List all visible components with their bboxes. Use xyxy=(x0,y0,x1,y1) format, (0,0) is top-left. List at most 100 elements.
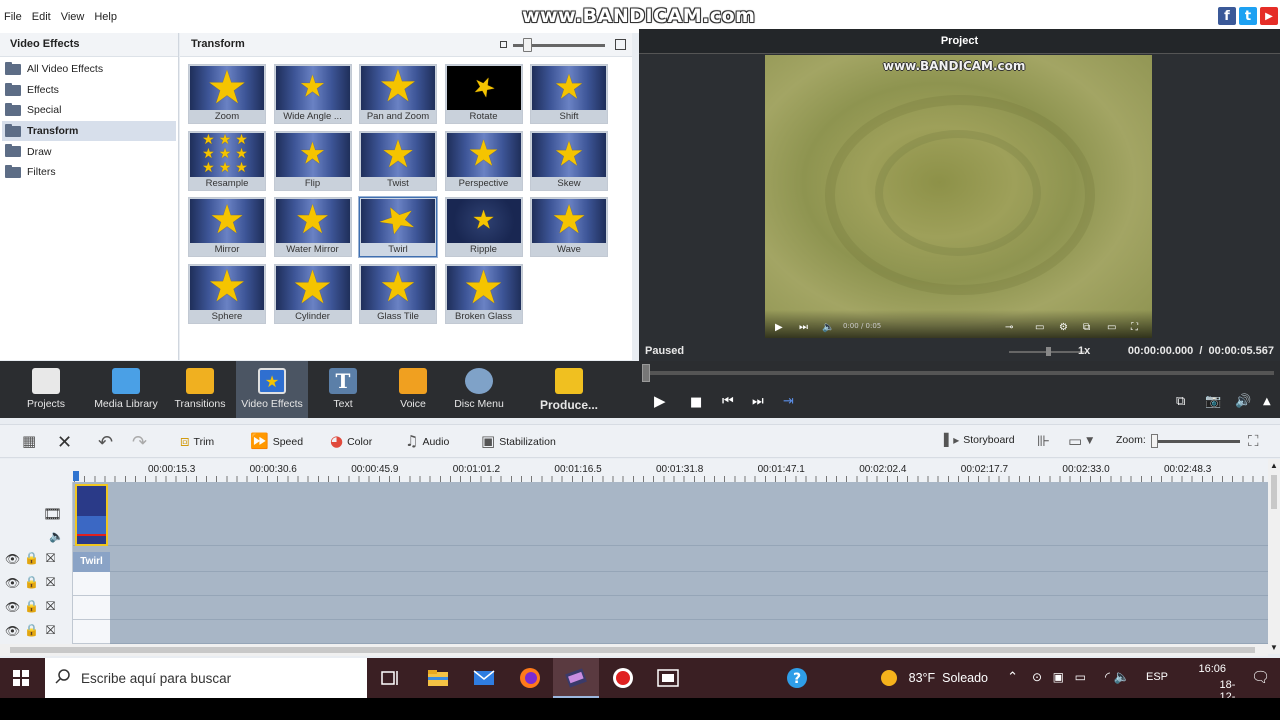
media-app-icon[interactable] xyxy=(656,666,680,690)
speaker-icon[interactable]: 🔈 xyxy=(1114,669,1130,685)
category-special[interactable]: Special xyxy=(2,100,176,121)
firefox-icon[interactable] xyxy=(518,666,542,690)
meet-icon[interactable]: ⊙ xyxy=(1032,670,1042,684)
bandicam-record-icon[interactable] xyxy=(611,666,635,690)
voice-button[interactable]: Voice xyxy=(380,361,446,418)
effect-tile-twirl[interactable]: ★ Twirl xyxy=(358,196,438,259)
zoom-slider-track[interactable] xyxy=(1154,440,1240,443)
menu-help[interactable]: Help xyxy=(94,11,117,23)
transitions-button[interactable]: Transitions xyxy=(165,361,235,418)
effect-tile-shift[interactable]: ★ Shift xyxy=(530,64,608,124)
effect-tile-wide-angle[interactable]: ★ Wide Angle ... xyxy=(273,64,352,124)
overlay-lane-3[interactable] xyxy=(73,620,1268,644)
wifi-icon[interactable]: ◜ xyxy=(1105,669,1110,685)
fit-timeline-button[interactable]: ⛶ xyxy=(1248,434,1259,449)
category-all-video-effects[interactable]: All Video Effects xyxy=(2,59,176,80)
lock-icon[interactable]: 🔒 xyxy=(24,552,39,564)
effect-tile-perspective[interactable]: ★ Perspective xyxy=(444,130,523,191)
media-library-button[interactable]: Media Library xyxy=(88,361,164,418)
playhead[interactable] xyxy=(73,471,79,481)
visibility-icon[interactable]: 👁 xyxy=(5,625,20,637)
facebook-icon[interactable]: f xyxy=(1218,7,1236,25)
effects-lane[interactable] xyxy=(73,546,1268,572)
video-preview[interactable]: www.BANDICAM.com ▶ ⏭ 🔈 0:00 / 0:05 ⊸ ▭ ⚙… xyxy=(765,55,1152,338)
previous-frame-button[interactable]: ⏮ xyxy=(722,395,734,408)
display-options-button[interactable]: ▭ ▼ xyxy=(1068,434,1093,449)
speed-button[interactable]: ⏩ Speed xyxy=(250,434,303,449)
color-button[interactable]: ◕ Color xyxy=(330,434,372,449)
video-lane[interactable] xyxy=(73,482,1268,546)
slider-thumb[interactable] xyxy=(523,38,532,52)
audio-button[interactable]: ♫ Audio xyxy=(405,434,449,449)
detach-preview-button[interactable]: ⧉ xyxy=(1176,395,1185,408)
expand-up-icon[interactable]: ▲ xyxy=(1263,397,1271,407)
display-icon[interactable]: ▣ xyxy=(1053,670,1064,684)
effect-tile-sphere[interactable]: ★ Sphere xyxy=(188,264,266,325)
effect-tile-resample[interactable]: ★★★ ★★★ ★★★ Resample xyxy=(188,130,266,191)
effect-tile-twist[interactable]: ★ Twist xyxy=(359,130,437,191)
weather-text[interactable]: 83°F Soleado xyxy=(909,671,988,685)
lock-icon[interactable]: 🔒 xyxy=(24,600,39,612)
twitter-icon[interactable]: t xyxy=(1239,7,1257,25)
effect-tile-zoom[interactable]: ★ Zoom xyxy=(188,64,266,124)
lock-icon[interactable]: 🔒 xyxy=(24,624,39,636)
effect-tile-glass-tile[interactable]: ★ Glass Tile xyxy=(359,264,437,325)
seek-thumb[interactable] xyxy=(642,364,650,382)
effect-tile-skew[interactable]: ★ Skew xyxy=(530,130,608,191)
video-effects-button[interactable]: ★ Video Effects xyxy=(236,361,308,418)
clock-time[interactable]: 16:06 xyxy=(1198,663,1226,675)
effect-tile-rotate[interactable]: ★ Rotate xyxy=(444,64,523,124)
video-editor-task[interactable] xyxy=(553,658,599,698)
snapshot-button[interactable]: 📷 xyxy=(1205,395,1221,408)
vertical-scroll-thumb[interactable] xyxy=(1271,475,1277,509)
scroll-down-icon[interactable]: ▼ xyxy=(1270,643,1278,652)
disc-menu-button[interactable]: Disc Menu xyxy=(446,361,512,418)
zoom-slider-thumb[interactable] xyxy=(1151,434,1158,448)
visibility-icon[interactable]: 👁 xyxy=(5,577,20,589)
category-draw[interactable]: Draw xyxy=(2,141,176,162)
category-effects[interactable]: Effects xyxy=(2,80,176,101)
audio-mixer-button[interactable]: ⊪ xyxy=(1037,434,1050,449)
windows-start-icon[interactable] xyxy=(13,670,29,686)
taskbar-search-box[interactable]: Escribe aquí para buscar xyxy=(45,658,367,698)
file-explorer-icon[interactable] xyxy=(426,666,450,690)
stop-button[interactable]: ■ xyxy=(690,396,702,409)
youtube-icon[interactable]: ▶ xyxy=(1260,7,1278,25)
menu-view[interactable]: View xyxy=(61,11,85,23)
tray-expand-icon[interactable]: ⌃ xyxy=(1007,669,1018,685)
undo-button[interactable]: ↶ xyxy=(98,434,113,452)
mail-icon[interactable] xyxy=(472,666,496,690)
timeline-vertical-scrollbar[interactable]: ▲ ▼ xyxy=(1268,459,1280,654)
timeline-horizontal-scrollbar[interactable] xyxy=(0,644,1268,656)
effect-clip-twirl[interactable]: Twirl xyxy=(73,552,110,572)
loop-button[interactable]: ⇥ xyxy=(783,395,794,408)
effect-tile-flip[interactable]: ★ Flip xyxy=(273,130,352,191)
storyboard-button[interactable]: ▌▸ Storyboard xyxy=(944,434,1015,446)
visibility-icon[interactable]: 👁 xyxy=(5,601,20,613)
category-transform[interactable]: Transform xyxy=(2,120,176,142)
effect-tile-cylinder[interactable]: ★ Cylinder xyxy=(273,264,352,325)
volume-button[interactable]: 🔊 xyxy=(1235,395,1251,408)
menu-edit[interactable]: Edit xyxy=(32,11,51,23)
menu-file[interactable]: File xyxy=(4,11,22,23)
delete-button[interactable]: ✕ xyxy=(57,434,72,452)
effect-tile-water-mirror[interactable]: ★ Water Mirror xyxy=(273,197,352,258)
visibility-icon[interactable]: 👁 xyxy=(5,553,20,565)
overlay-lane-1[interactable] xyxy=(73,572,1268,596)
stabilization-button[interactable]: ▣ Stabilization xyxy=(481,434,556,449)
task-view-icon[interactable] xyxy=(378,666,402,690)
produce-button[interactable]: Produce... xyxy=(530,361,608,418)
trim-button[interactable]: ⧈ Trim xyxy=(180,434,214,449)
thumbnail-size-slider[interactable] xyxy=(500,38,626,52)
help-icon[interactable]: ? xyxy=(785,666,809,690)
effect-tile-wave[interactable]: ★ Wave xyxy=(530,197,608,258)
scroll-up-icon[interactable]: ▲ xyxy=(1270,461,1278,470)
redo-button[interactable]: ↷ xyxy=(132,434,147,452)
overlay-lane-2[interactable] xyxy=(73,596,1268,620)
effect-tile-pan-and-zoom[interactable]: ★ Pan and Zoom xyxy=(359,64,437,124)
seek-bar[interactable] xyxy=(644,371,1274,375)
text-button[interactable]: T Text xyxy=(310,361,376,418)
category-filters[interactable]: Filters xyxy=(2,162,176,183)
effect-tile-ripple[interactable]: ★ Ripple xyxy=(444,197,523,258)
input-language[interactable]: ESP xyxy=(1146,671,1168,683)
